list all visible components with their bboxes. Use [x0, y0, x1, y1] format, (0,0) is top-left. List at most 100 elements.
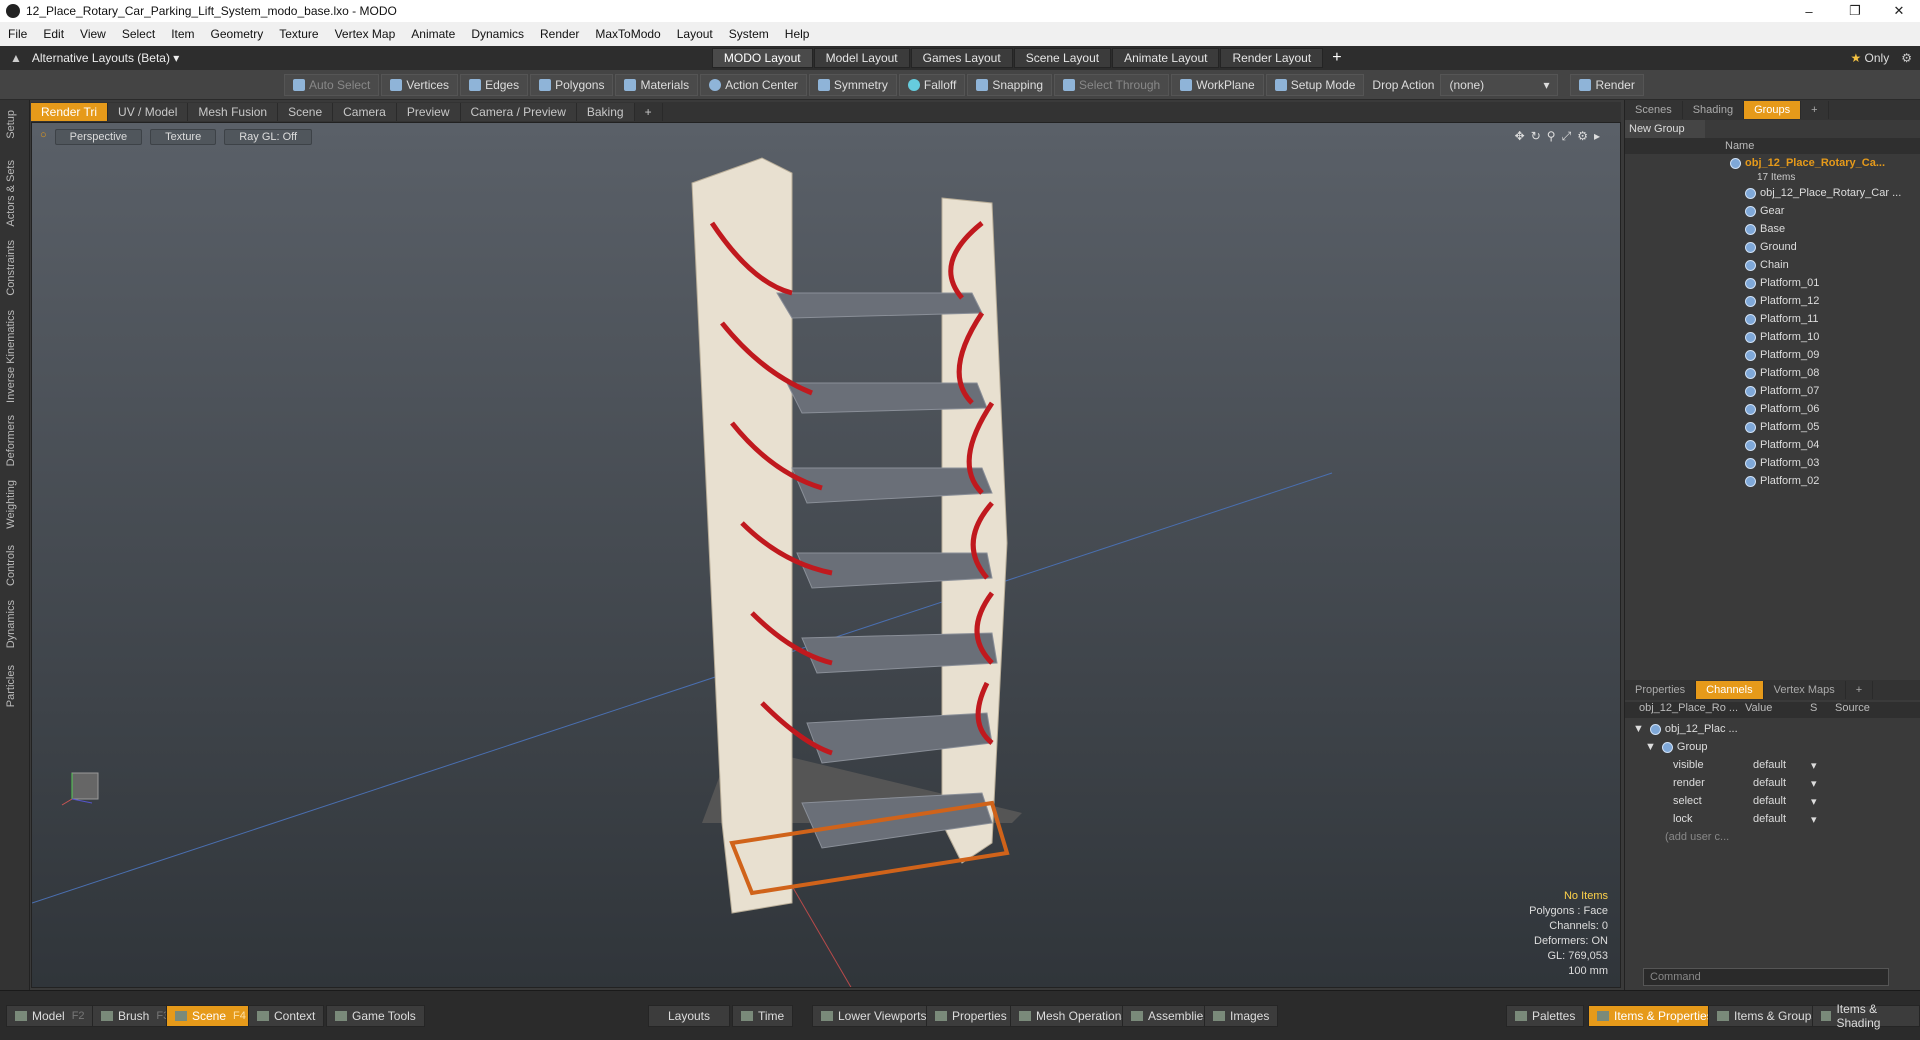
tab-shading[interactable]: Shading — [1683, 101, 1745, 119]
channel-value-select[interactable]: default — [1753, 813, 1811, 825]
items-shading-button[interactable]: Items & Shading — [1812, 1002, 1920, 1030]
lower-viewports-button[interactable]: Lower Viewports — [812, 1005, 936, 1027]
layout-up-icon[interactable]: ▲ — [10, 51, 22, 65]
channel-row[interactable]: select default ▾ — [1633, 792, 1913, 810]
tab-games-layout[interactable]: Games Layout — [910, 48, 1013, 68]
perspective-dropdown[interactable]: Perspective — [54, 129, 143, 145]
new-group-button[interactable]: New Group — [1625, 120, 1705, 138]
group-list-item[interactable]: Platform_04 — [1745, 436, 1920, 454]
texture-dropdown[interactable]: Texture — [150, 129, 217, 145]
menu-select[interactable]: Select — [114, 27, 163, 41]
menu-system[interactable]: System — [721, 27, 777, 41]
ray-gl-dropdown[interactable]: Ray GL: Off — [224, 129, 313, 145]
tab-render-layout[interactable]: Render Layout — [1220, 48, 1324, 68]
menu-help[interactable]: Help — [777, 27, 818, 41]
add-tab-button[interactable]: + — [635, 103, 663, 121]
close-button[interactable]: ✕ — [1876, 0, 1920, 22]
group-list-item[interactable]: Base — [1745, 220, 1920, 238]
auto-select-button[interactable]: Auto Select — [284, 73, 380, 96]
minimize-button[interactable]: – — [1786, 0, 1832, 22]
tab-uv-model[interactable]: UV / Model — [108, 103, 189, 121]
group-list-item[interactable]: obj_12_Place_Rotary_Car ... — [1745, 184, 1920, 202]
left-tab-deformers[interactable]: Deformers — [5, 415, 17, 466]
group-list-item[interactable]: Platform_05 — [1745, 418, 1920, 436]
tab-scenes[interactable]: Scenes — [1625, 101, 1683, 119]
viewport-gear-icon[interactable]: ⚙ — [1577, 129, 1588, 144]
command-input[interactable]: Command — [1643, 968, 1889, 986]
tab-camera[interactable]: Camera — [333, 103, 397, 121]
channels-group[interactable]: ▼ Group — [1633, 738, 1913, 756]
group-list-item[interactable]: Platform_08 — [1745, 364, 1920, 382]
drop-action-select[interactable]: (none) ▾ — [1440, 73, 1559, 96]
items-properties-button[interactable]: Items & Properties — [1588, 1005, 1722, 1027]
menu-geometry[interactable]: Geometry — [203, 27, 272, 41]
tab-scene[interactable]: Scene — [278, 103, 334, 121]
viewport-expand-icon[interactable]: ▸ — [1594, 129, 1600, 144]
channel-row[interactable]: visible default ▾ — [1633, 756, 1913, 774]
workplane-button[interactable]: WorkPlane — [1171, 73, 1264, 96]
menu-animate[interactable]: Animate — [403, 27, 463, 41]
add-layout-button[interactable]: + — [1332, 49, 1341, 67]
group-list-item[interactable]: Ground — [1745, 238, 1920, 256]
group-list-item[interactable]: Platform_03 — [1745, 454, 1920, 472]
left-tab-particles[interactable]: Particles — [5, 665, 17, 707]
restore-button[interactable]: ❐ — [1832, 0, 1878, 22]
pan-icon[interactable]: ✥ — [1515, 129, 1525, 144]
group-list-item[interactable]: Platform_09 — [1745, 346, 1920, 364]
time-button[interactable]: Time — [732, 1005, 794, 1027]
symmetry-button[interactable]: Symmetry — [808, 73, 897, 96]
menu-view[interactable]: View — [72, 27, 114, 41]
falloff-button[interactable]: Falloff — [898, 73, 966, 96]
tab-scene-layout[interactable]: Scene Layout — [1013, 48, 1112, 68]
tab-baking[interactable]: Baking — [576, 103, 635, 121]
edges-button[interactable]: Edges — [460, 73, 529, 96]
menu-render[interactable]: Render — [532, 27, 587, 41]
3d-viewport[interactable]: ○ Perspective Texture Ray GL: Off ✥ ↻ ⚲ … — [31, 122, 1621, 988]
render-button[interactable]: Render — [1570, 73, 1644, 96]
left-tab-constraints[interactable]: Constraints — [5, 240, 17, 296]
tab-animate-layout[interactable]: Animate Layout — [1112, 48, 1220, 68]
menu-item[interactable]: Item — [163, 27, 202, 41]
menu-vertex-map[interactable]: Vertex Map — [327, 27, 404, 41]
left-tab-weighting[interactable]: Weighting — [5, 480, 17, 529]
channel-value-select[interactable]: default — [1753, 795, 1811, 807]
channel-value-select[interactable]: default — [1753, 777, 1811, 789]
menu-edit[interactable]: Edit — [35, 27, 72, 41]
left-tab-controls[interactable]: Controls — [5, 545, 17, 586]
add-channels-tab[interactable]: + — [1846, 681, 1874, 699]
menu-layout[interactable]: Layout — [669, 27, 721, 41]
polygons-button[interactable]: Polygons — [530, 73, 614, 96]
left-tab-actors-sets[interactable]: Actors & Sets — [5, 160, 17, 227]
select-through-button[interactable]: Select Through — [1054, 73, 1170, 96]
channel-row[interactable]: lock default ▾ — [1633, 810, 1913, 828]
group-list-item[interactable]: Platform_11 — [1745, 310, 1920, 328]
group-list-item[interactable]: Platform_07 — [1745, 382, 1920, 400]
group-list-item[interactable]: Platform_12 — [1745, 292, 1920, 310]
tab-properties[interactable]: Properties — [1625, 681, 1697, 699]
layouts-button[interactable]: Layouts — [648, 1005, 730, 1027]
channels-root[interactable]: ▼ obj_12_Plac ... — [1633, 720, 1913, 738]
group-list-item[interactable]: Platform_01 — [1745, 274, 1920, 292]
tab-vertex-maps[interactable]: Vertex Maps — [1764, 681, 1846, 699]
images-button[interactable]: Images — [1204, 1005, 1279, 1027]
channel-value-select[interactable]: default — [1753, 759, 1811, 771]
tab-groups[interactable]: Groups — [1744, 101, 1802, 119]
left-tab-setup[interactable]: Setup — [5, 110, 17, 139]
group-root-item[interactable]: obj_12_Place_Rotary_Ca... — [1625, 154, 1920, 172]
model-mode-button[interactable]: Model F2 — [6, 1005, 94, 1027]
alternative-layouts-dropdown[interactable]: Alternative Layouts (Beta) ▾ — [32, 51, 712, 65]
palettes-button[interactable]: Palettes — [1506, 1005, 1585, 1027]
rotate-icon[interactable]: ↻ — [1531, 129, 1541, 144]
action-center-button[interactable]: Action Center — [700, 73, 807, 96]
viewport-menu-icon[interactable]: ○ — [40, 129, 47, 145]
group-list-item[interactable]: Chain — [1745, 256, 1920, 274]
context-mode-button[interactable]: Context — [248, 1005, 325, 1027]
channel-row[interactable]: render default ▾ — [1633, 774, 1913, 792]
tab-modo-layout[interactable]: MODO Layout — [711, 48, 813, 68]
left-tab-inverse-kinematics[interactable]: Inverse Kinematics — [5, 310, 17, 403]
group-list-item[interactable]: Platform_06 — [1745, 400, 1920, 418]
group-list-item[interactable]: Gear — [1745, 202, 1920, 220]
game-tools-button[interactable]: Game Tools — [326, 1005, 425, 1027]
menu-file[interactable]: File — [0, 27, 35, 41]
left-tab-dynamics[interactable]: Dynamics — [5, 600, 17, 648]
